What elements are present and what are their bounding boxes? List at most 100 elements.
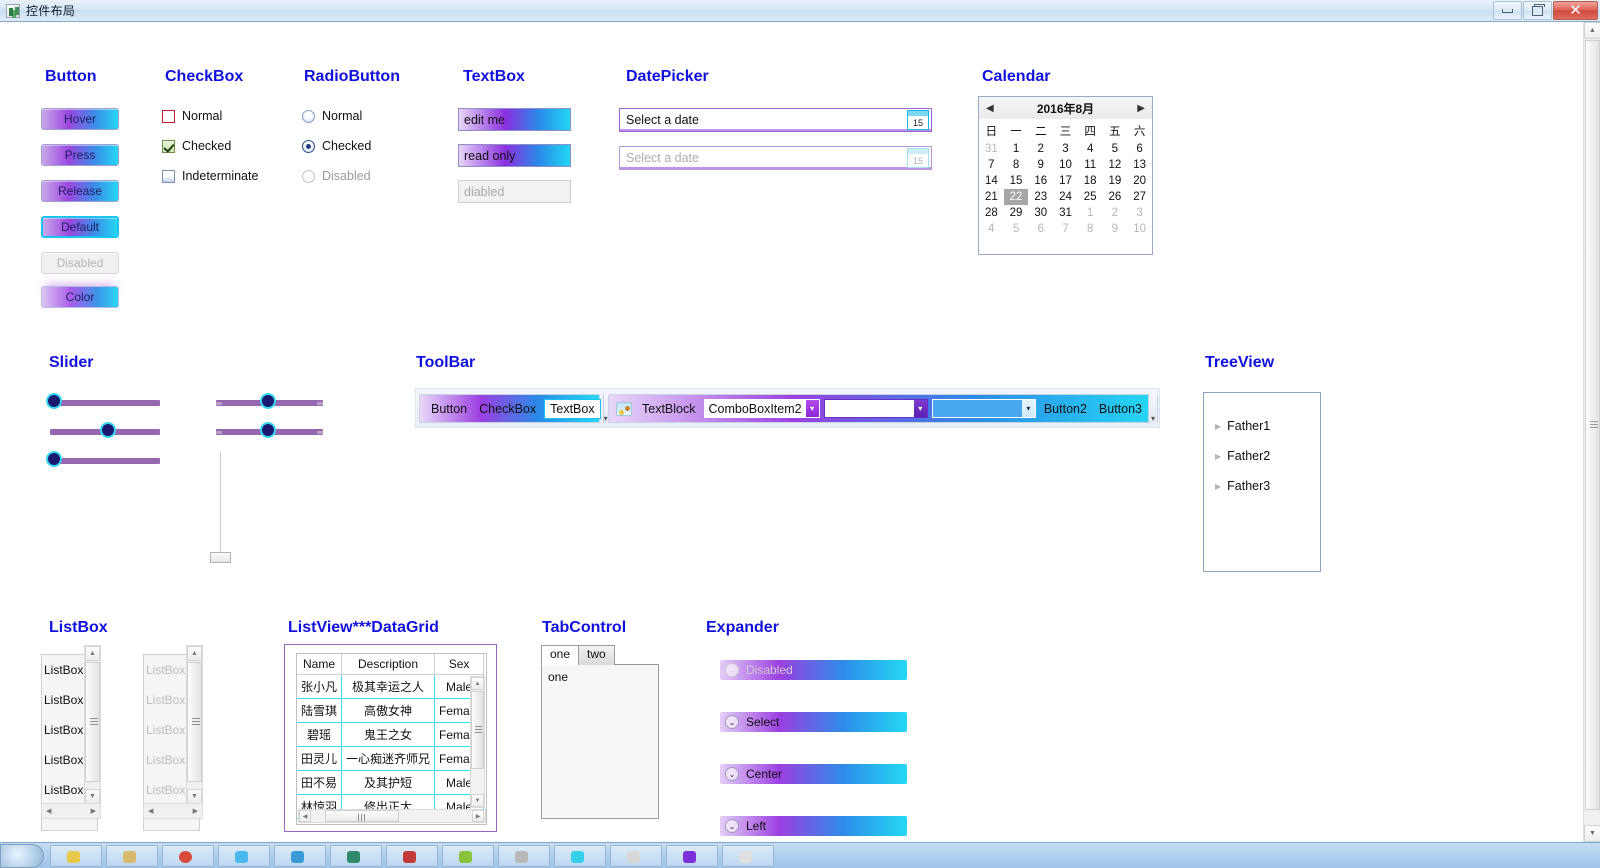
chevron-right-icon[interactable]: ▶	[1215, 452, 1221, 461]
slider-thumb[interactable]	[46, 451, 62, 467]
radio-normal[interactable]: Normal	[302, 109, 362, 123]
os-taskbar[interactable]	[0, 842, 1600, 868]
calendar-day[interactable]: 19	[1103, 173, 1128, 189]
treeview-item-father2[interactable]: ▶ Father2	[1204, 441, 1320, 471]
datagrid-column-header[interactable]: Description	[341, 654, 436, 675]
table-cell[interactable]: 极其幸运之人	[341, 674, 436, 699]
calendar-day[interactable]: 21	[979, 189, 1004, 205]
listbox-enabled-hscrollbar[interactable]: ◀ ▶	[41, 803, 101, 819]
picture-icon[interactable]	[616, 401, 632, 416]
calendar-icon[interactable]: 15	[907, 110, 929, 130]
scroll-left-icon[interactable]: ◀	[299, 810, 311, 822]
scroll-up-icon[interactable]: ▲	[1584, 22, 1600, 39]
calendar-day[interactable]: 9	[1103, 221, 1128, 237]
table-cell[interactable]: 碧瑶	[297, 722, 343, 747]
slider-thumb[interactable]	[100, 422, 116, 438]
table-row[interactable]: 田灵儿 一心痴迷齐师兄 Female	[297, 746, 485, 771]
checkbox-indeterminate[interactable]: Indeterminate	[162, 169, 258, 183]
calendar-day[interactable]: 4	[979, 221, 1004, 237]
scroll-down-icon[interactable]: ▼	[471, 794, 484, 807]
toolbar-button[interactable]: Button	[425, 402, 473, 416]
chevron-down-icon[interactable]: ⌄	[725, 767, 739, 781]
page-vertical-scrollbar[interactable]: ▲ ▼	[1583, 22, 1600, 842]
table-row[interactable]: 陆雪琪 高傲女神 Female	[297, 698, 485, 723]
toolbar-overflow-icon[interactable]: ▾	[1148, 394, 1157, 423]
datagrid-vscrollbar[interactable]: ▲ ▼	[470, 676, 485, 808]
calendar-day[interactable]: 3	[1127, 205, 1152, 221]
calendar-day[interactable]: 2	[1103, 205, 1128, 221]
datagrid-column-header[interactable]: Name	[297, 654, 343, 675]
calendar-day[interactable]: 13	[1127, 157, 1152, 173]
expander-left[interactable]: ⌄ Left	[720, 816, 907, 836]
textbox-editable[interactable]: edit me	[458, 108, 571, 131]
toolbar-button3[interactable]: Button3	[1093, 402, 1148, 416]
toolbar-button2[interactable]: Button2	[1038, 402, 1093, 416]
calendar-day[interactable]: 31	[979, 141, 1004, 157]
scroll-right-icon[interactable]: ▶	[472, 810, 484, 822]
calendar-day[interactable]: 1	[1078, 205, 1103, 221]
calendar-day[interactable]: 10	[1053, 157, 1078, 173]
button-release[interactable]: Release	[41, 180, 119, 202]
calendar-day[interactable]: 15	[1004, 173, 1029, 189]
table-cell[interactable]: 高傲女神	[341, 698, 436, 723]
calendar-day[interactable]: 12	[1103, 157, 1128, 173]
calendar-day[interactable]: 8	[1004, 157, 1029, 173]
calendar-day[interactable]: 28	[979, 205, 1004, 221]
calendar-day[interactable]: 23	[1028, 189, 1053, 205]
calendar-day[interactable]: 9	[1028, 157, 1053, 173]
table-row[interactable]: 张小凡 极其幸运之人 Male	[297, 674, 485, 699]
treeview-item-father3[interactable]: ▶ Father3	[1204, 471, 1320, 501]
toolbar-combobox-2[interactable]: ▾	[823, 399, 928, 418]
scroll-down-icon[interactable]: ▼	[1584, 825, 1600, 842]
toolbar-combobox-3[interactable]: ▾	[931, 399, 1036, 418]
calendar-day[interactable]: 1	[1004, 141, 1029, 157]
listbox-enabled-vscrollbar[interactable]: ▲ ▼	[84, 645, 101, 805]
calendar-day[interactable]: 2	[1028, 141, 1053, 157]
toolbar-combobox-1[interactable]: ComboBoxItem2 ▾	[703, 399, 820, 418]
calendar-day[interactable]: 4	[1078, 141, 1103, 157]
taskbar-item[interactable]	[386, 844, 438, 867]
taskbar-item[interactable]	[498, 844, 550, 867]
taskbar-item[interactable]	[666, 844, 718, 867]
taskbar-item[interactable]	[106, 844, 158, 867]
scroll-right-icon[interactable]: ▶	[91, 807, 96, 815]
slider-right-middle[interactable]	[216, 422, 323, 438]
scrollbar-thumb[interactable]	[325, 810, 399, 822]
checkbox-checked[interactable]: Checked	[162, 139, 231, 153]
datagrid-hscrollbar[interactable]: ◀ ▶	[298, 809, 486, 823]
textbox-readonly[interactable]: read only	[458, 144, 571, 167]
calendar-day[interactable]: 18	[1078, 173, 1103, 189]
chevron-right-icon[interactable]: ▶	[1215, 422, 1221, 431]
table-row[interactable]: 碧瑶 鬼王之女 Female	[297, 722, 485, 747]
tab-one[interactable]: one	[541, 645, 580, 665]
calendar-day[interactable]: 26	[1103, 189, 1128, 205]
scroll-up-icon[interactable]: ▲	[471, 677, 484, 690]
calendar-day[interactable]: 6	[1127, 141, 1152, 157]
slider-thumb[interactable]	[260, 393, 276, 409]
expander-select[interactable]: ⌄ Select	[720, 712, 907, 732]
table-cell[interactable]: 陆雪琪	[297, 698, 343, 723]
scrollbar-thumb[interactable]	[1585, 40, 1600, 810]
calendar-day[interactable]: 24	[1053, 189, 1078, 205]
close-button[interactable]: ✕	[1553, 1, 1598, 20]
button-press[interactable]: Press	[41, 144, 119, 166]
datagrid-column-header[interactable]: Sex	[434, 654, 485, 675]
taskbar-item[interactable]	[274, 844, 326, 867]
chevron-down-icon[interactable]: ▾	[805, 400, 819, 417]
button-hover[interactable]: Hover	[41, 108, 119, 130]
calendar-day[interactable]: 20	[1127, 173, 1152, 189]
scroll-up-icon[interactable]: ▲	[85, 646, 100, 661]
chevron-down-icon[interactable]: ⌄	[725, 819, 739, 833]
slider-thumb[interactable]	[46, 393, 62, 409]
table-cell[interactable]: 田不易	[297, 770, 343, 795]
chevron-down-icon[interactable]: ▾	[1021, 400, 1035, 417]
scrollbar-thumb[interactable]	[85, 662, 100, 782]
treeview-widget[interactable]: ▶ Father1 ▶ Father2 ▶ Father3	[1203, 392, 1321, 572]
toolbar-checkbox[interactable]: CheckBox	[473, 402, 542, 416]
calendar-day[interactable]: 3	[1053, 141, 1078, 157]
radio-checked[interactable]: Checked	[302, 139, 371, 153]
calendar-day[interactable]: 31	[1053, 205, 1078, 221]
treeview-item-father1[interactable]: ▶ Father1	[1204, 411, 1320, 441]
calendar-day[interactable]: 5	[1103, 141, 1128, 157]
calendar-day[interactable]: 11	[1078, 157, 1103, 173]
